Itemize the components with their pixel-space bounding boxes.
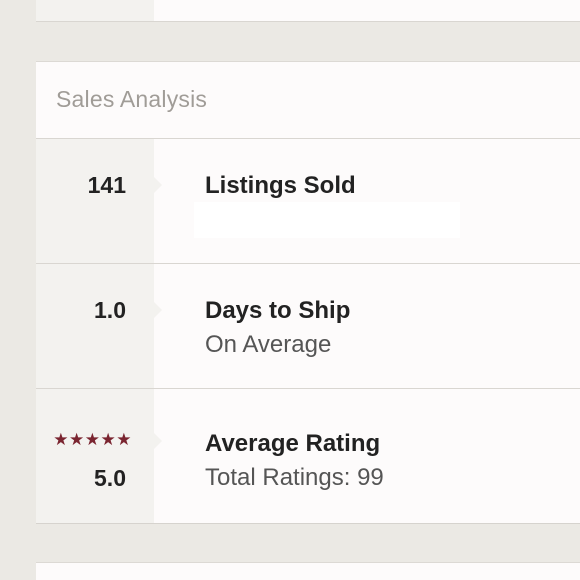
sales-analysis-card: Sales Analysis 141 Listings Sold 1.0 Day… bbox=[36, 61, 580, 523]
stat-row-listings-sold: 141 Listings Sold bbox=[36, 139, 580, 264]
page: Sales Analysis 141 Listings Sold 1.0 Day… bbox=[0, 0, 580, 580]
days-to-ship-value: 1.0 bbox=[94, 297, 126, 323]
total-ratings-text: Total Ratings: 99 bbox=[205, 464, 384, 491]
days-to-ship-label: Days to Ship bbox=[205, 297, 351, 324]
previous-card bbox=[36, 0, 580, 22]
listings-sold-value: 141 bbox=[87, 172, 126, 198]
card-header: Sales Analysis bbox=[36, 62, 580, 139]
stat-value-column: 141 bbox=[36, 139, 162, 263]
next-card bbox=[36, 562, 580, 580]
listings-sold-label: Listings Sold bbox=[205, 172, 356, 199]
previous-card-stat-column bbox=[36, 0, 154, 21]
redacted-placeholder bbox=[194, 202, 460, 238]
stat-value-column: ★★★★★ 5.0 bbox=[36, 389, 162, 523]
stat-row-average-rating: ★★★★★ 5.0 Average Rating Total Ratings: … bbox=[36, 389, 580, 523]
stat-row-days-to-ship: 1.0 Days to Ship On Average bbox=[36, 264, 580, 389]
stat-value-column: 1.0 bbox=[36, 264, 162, 388]
star-rating-icon: ★★★★★ bbox=[53, 430, 132, 449]
average-rating-value: 5.0 bbox=[94, 465, 126, 491]
days-to-ship-sublabel: On Average bbox=[205, 331, 332, 358]
average-rating-label: Average Rating bbox=[205, 430, 381, 457]
section-title: Sales Analysis bbox=[56, 86, 208, 112]
